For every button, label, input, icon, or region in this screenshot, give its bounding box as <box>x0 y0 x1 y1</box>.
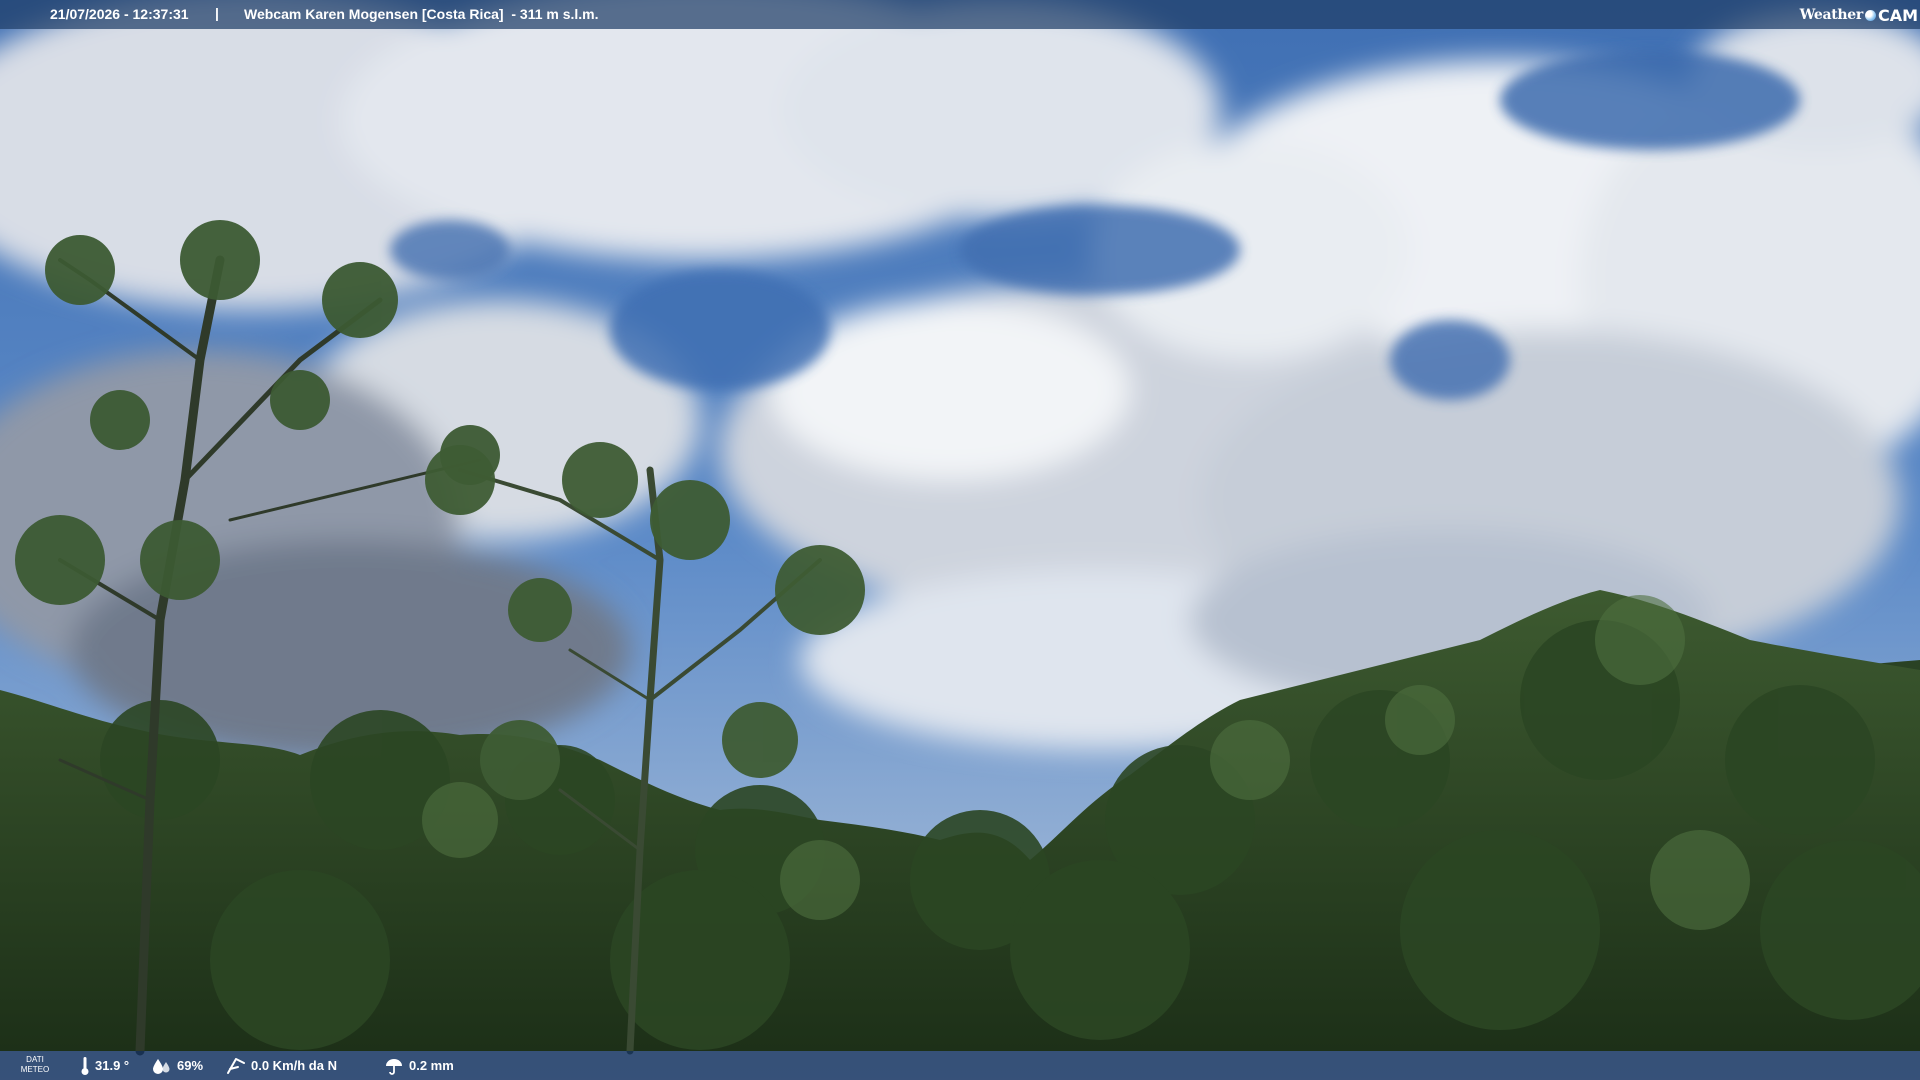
rain-icon <box>386 1058 402 1075</box>
wind-value: 0.0 Km/h da N <box>251 1058 337 1073</box>
rain-stat: 0.2 mm <box>384 1051 454 1080</box>
logo-globe-icon <box>1864 9 1876 21</box>
meteo-label: METEO <box>20 1065 50 1074</box>
humidity-value: 69% <box>177 1058 204 1073</box>
temperature-value: 31.9 ° <box>95 1058 130 1073</box>
dati-meteo-label: DATI METEO <box>18 1055 52 1075</box>
thermometer-icon <box>81 1056 89 1075</box>
humidity-stat: 69% <box>152 1051 203 1080</box>
temperature-stat: 31.9 ° <box>80 1051 129 1080</box>
webcam-title: Webcam Karen Mogensen [Costa Rica] - 311… <box>244 6 599 22</box>
logo-text-weather: Weather <box>1799 7 1864 23</box>
weathercam-logo[interactable]: Weather CAM <box>1800 3 1918 27</box>
timestamp: 21/07/2026 - 12:37:31 <box>50 6 189 22</box>
dati-label: DATI <box>26 1055 44 1064</box>
header-separator: | <box>215 5 219 21</box>
humidity-icon <box>153 1058 170 1074</box>
wind-icon <box>227 1057 245 1074</box>
logo-text-cam: CAM <box>1877 5 1918 25</box>
wind-stat: 0.0 Km/h da N <box>226 1051 337 1080</box>
webcam-image <box>0 0 1920 1080</box>
rain-value: 0.2 mm <box>409 1058 454 1073</box>
top-info-bar: 21/07/2026 - 12:37:31 | Webcam Karen Mog… <box>0 0 1920 29</box>
weather-data-bar: DATI METEO 31.9 ° 69% 0.0 Km/h da N 0.2 … <box>0 1051 1920 1080</box>
